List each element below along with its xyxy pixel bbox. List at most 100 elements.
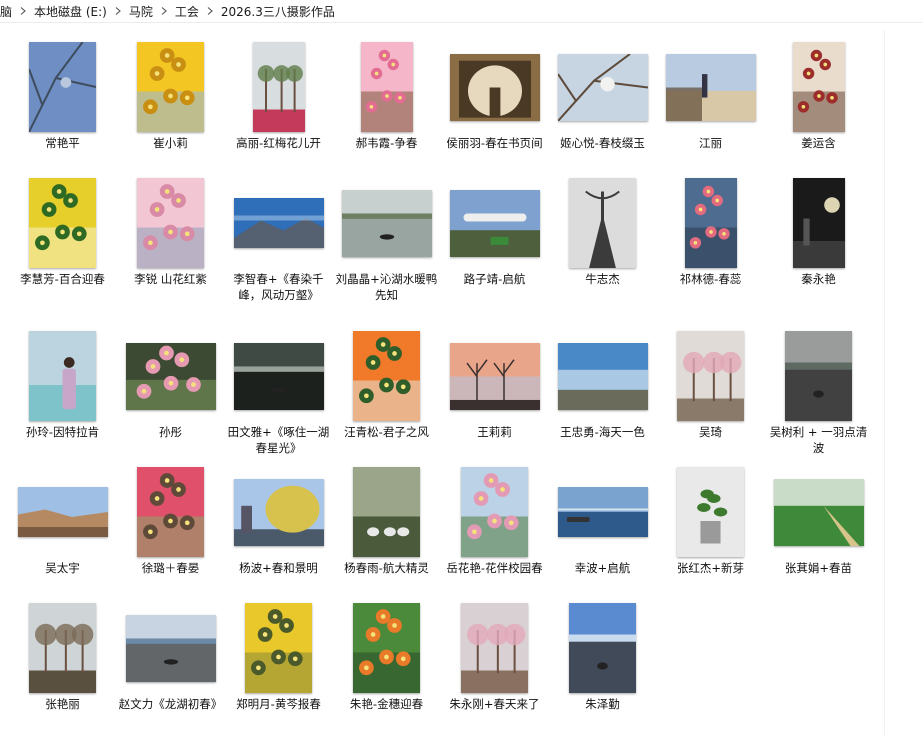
file-item[interactable]: 吴树利 + 一羽点清波 — [766, 329, 871, 456]
chevron-right-icon[interactable] — [203, 7, 217, 15]
file-item[interactable]: 赵文力《龙湖初春》 — [118, 601, 223, 713]
breadcrumb-item[interactable]: 马院 — [125, 3, 157, 20]
photo-thumbnail-icon — [341, 189, 432, 257]
file-name: 朱艳-金穗迎春 — [349, 697, 424, 711]
file-name: 高丽-红梅花儿开 — [236, 136, 321, 150]
thumbnail-frame — [226, 40, 331, 134]
file-item[interactable]: 李慧芳-百合迎春 — [10, 176, 115, 288]
photo-thumbnail-icon — [449, 342, 540, 410]
file-name: 祁林德-春蕊 — [679, 272, 742, 286]
photo-thumbnail-icon — [665, 53, 756, 121]
file-item[interactable]: 常艳平 — [10, 40, 115, 152]
file-item[interactable]: 幸波+启航 — [550, 465, 655, 577]
file-item[interactable]: 张红杰+新芽 — [658, 465, 763, 577]
thumbnail-frame — [442, 329, 547, 423]
file-item[interactable]: 姜运含 — [766, 40, 871, 152]
thumbnail-frame — [118, 465, 223, 559]
file-item[interactable]: 路子靖-启航 — [442, 176, 547, 288]
file-item[interactable]: 吴太宇 — [10, 465, 115, 577]
file-item[interactable]: 姬心悦-春枝缀玉 — [550, 40, 655, 152]
file-item[interactable]: 吴琦 — [658, 329, 763, 441]
thumbnail-frame — [10, 329, 115, 423]
photo-thumbnail-icon — [233, 342, 324, 410]
file-item[interactable]: 田文雅+《啄住一湖春星光》 — [226, 329, 331, 456]
thumbnail-frame — [550, 465, 655, 559]
photo-thumbnail-icon — [461, 603, 528, 693]
photo-thumbnail-icon — [773, 478, 864, 546]
file-name: 杨春雨-航大精灵 — [344, 561, 429, 575]
breadcrumb-item[interactable]: 本地磁盘 (E:) — [30, 3, 111, 20]
file-item[interactable]: 王莉莉 — [442, 329, 547, 441]
photo-thumbnail-icon — [353, 467, 420, 557]
photo-thumbnail-icon — [29, 178, 96, 268]
photo-thumbnail-icon — [233, 478, 324, 546]
file-item[interactable]: 张萁娟+春苗 — [766, 465, 871, 577]
file-item[interactable]: 秦永艳 — [766, 176, 871, 288]
thumbnail-frame — [550, 176, 655, 270]
file-item[interactable]: 岳花艳-花伴校园春 — [442, 465, 547, 577]
photo-thumbnail-icon — [557, 53, 648, 121]
photo-thumbnail-icon — [684, 178, 737, 268]
thumbnail-frame — [334, 329, 439, 423]
photo-thumbnail-icon — [29, 603, 96, 693]
file-item[interactable]: 李智春+《春染千峰，风动万壑》 — [226, 176, 331, 303]
photo-thumbnail-icon — [137, 178, 204, 268]
thumbnail-frame — [334, 601, 439, 695]
file-name: 张红杰+新芽 — [676, 561, 745, 575]
breadcrumb-item[interactable]: 脑 — [0, 3, 16, 20]
file-name: 张萁娟+春苗 — [784, 561, 853, 575]
chevron-right-icon[interactable] — [111, 7, 125, 15]
file-item[interactable]: 孙彤 — [118, 329, 223, 441]
file-name: 杨波+春和景明 — [239, 561, 318, 575]
file-item[interactable]: 牛志杰 — [550, 176, 655, 288]
thumbnail-frame — [118, 176, 223, 270]
photo-thumbnail-icon — [557, 487, 648, 537]
file-name: 王莉莉 — [477, 425, 512, 439]
file-item[interactable]: 刘晶晶+沁湖水暖鸭先知 — [334, 176, 439, 303]
chevron-right-icon[interactable] — [16, 7, 30, 15]
file-item[interactable]: 朱永刚+春天来了 — [442, 601, 547, 713]
thumbnail-frame — [334, 40, 439, 134]
file-item[interactable]: 徐璐＋春晏 — [118, 465, 223, 577]
photo-thumbnail-icon — [353, 603, 420, 693]
photo-thumbnail-icon — [125, 342, 216, 410]
file-item[interactable]: 崔小莉 — [118, 40, 223, 152]
thumbnail-frame — [550, 601, 655, 695]
chevron-right-icon[interactable] — [157, 7, 171, 15]
file-item[interactable]: 王忠勇-海天一色 — [550, 329, 655, 441]
file-name: 李慧芳-百合迎春 — [20, 272, 105, 286]
photo-thumbnail-icon — [792, 178, 845, 268]
photo-thumbnail-icon — [449, 53, 540, 121]
file-item[interactable]: 江丽 — [658, 40, 763, 152]
thumbnail-frame — [766, 176, 871, 270]
thumbnail-frame — [334, 465, 439, 559]
file-item[interactable]: 杨春雨-航大精灵 — [334, 465, 439, 577]
photo-thumbnail-icon — [677, 467, 744, 557]
file-item[interactable]: 李锐 山花红紫 — [118, 176, 223, 288]
file-item[interactable]: 汪青松-君子之风 — [334, 329, 439, 441]
breadcrumb-item[interactable]: 2026.3三八摄影作品 — [217, 3, 339, 20]
thumbnail-frame — [442, 601, 547, 695]
file-name: 田文雅+《啄住一湖春星光》 — [227, 425, 330, 455]
thumbnail-frame — [550, 329, 655, 423]
thumbnail-frame — [226, 465, 331, 559]
photo-thumbnail-icon — [461, 467, 528, 557]
file-item[interactable]: 郝韦霞-争春 — [334, 40, 439, 152]
file-item[interactable]: 朱泽勤 — [550, 601, 655, 713]
breadcrumb-item[interactable]: 工会 — [171, 3, 203, 20]
file-name: 朱泽勤 — [585, 697, 620, 711]
file-item[interactable]: 杨波+春和景明 — [226, 465, 331, 577]
file-item[interactable]: 高丽-红梅花儿开 — [226, 40, 331, 152]
thumbnail-frame — [442, 465, 547, 559]
photo-thumbnail-icon — [137, 467, 204, 557]
file-name: 吴树利 + 一羽点清波 — [769, 425, 868, 455]
photo-thumbnail-icon — [29, 42, 96, 132]
file-item[interactable]: 郑明月-黄芩报春 — [226, 601, 331, 713]
file-item[interactable]: 祁林德-春蕊 — [658, 176, 763, 288]
file-item[interactable]: 张艳丽 — [10, 601, 115, 713]
photo-thumbnail-icon — [252, 42, 305, 132]
photo-thumbnail-icon — [125, 614, 216, 682]
file-item[interactable]: 孙玲-因特拉肯 — [10, 329, 115, 441]
file-item[interactable]: 朱艳-金穗迎春 — [334, 601, 439, 713]
file-item[interactable]: 侯丽羽-春在书页间 — [442, 40, 547, 152]
